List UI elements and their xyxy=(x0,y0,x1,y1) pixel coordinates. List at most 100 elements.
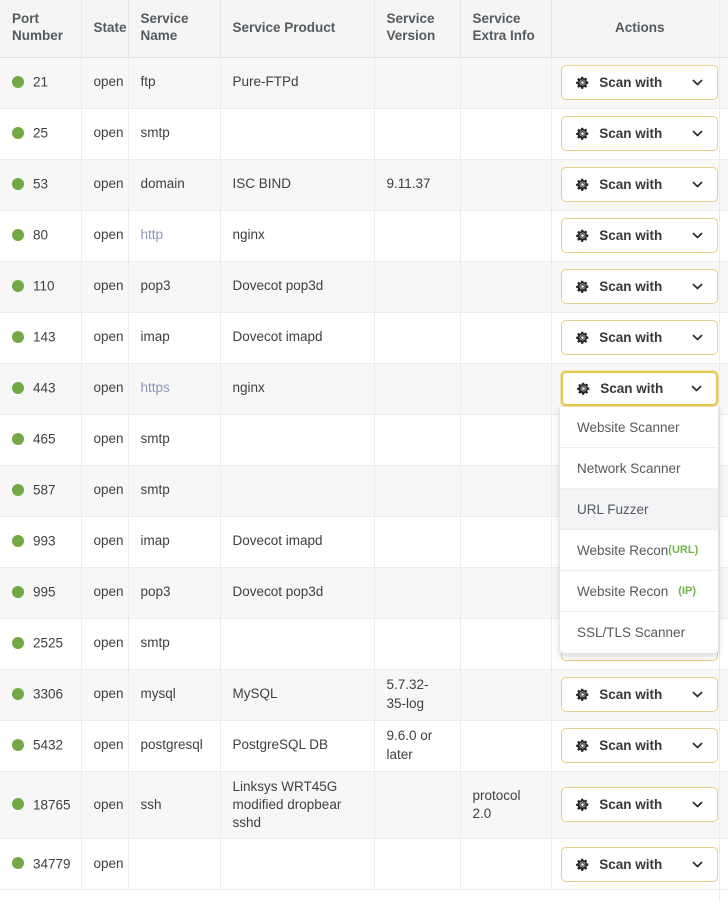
table-row: 5432openpostgresqlPostgreSQL DB9.6.0 or … xyxy=(0,720,728,771)
cell-service-version xyxy=(374,567,460,618)
gear-icon xyxy=(575,279,590,294)
cell-service-extra-info xyxy=(460,414,551,465)
service-name-value: domain xyxy=(141,176,185,191)
service-name-value[interactable]: https xyxy=(141,380,170,395)
scan-with-button[interactable]: Scan with xyxy=(561,65,718,100)
scan-with-button[interactable]: Scan with xyxy=(561,728,718,763)
dropdown-item[interactable]: Website Scanner xyxy=(560,407,718,448)
cell-actions: Scan with xyxy=(551,159,728,210)
dropdown-item[interactable]: Network Scanner xyxy=(560,448,718,489)
service-name-value[interactable]: http xyxy=(141,227,164,242)
port-number-value: 3306 xyxy=(33,687,63,702)
service-name-value: ssh xyxy=(141,797,162,812)
cell-port-number: 21 xyxy=(0,57,81,108)
cell-service-extra-info xyxy=(460,720,551,771)
cell-service-version: 9.11.37 xyxy=(374,159,460,210)
cell-state: open xyxy=(81,210,128,261)
cell-service-name: smtp xyxy=(128,618,220,669)
cell-actions: Scan with xyxy=(551,720,728,771)
cell-service-version xyxy=(374,839,460,890)
service-name-value: smtp xyxy=(141,431,170,446)
cell-port-number: 25 xyxy=(0,108,81,159)
cell-state: open xyxy=(81,567,128,618)
cell-service-product: Linksys WRT45G modified dropbear sshd xyxy=(220,771,374,839)
cell-port-number: 465 xyxy=(0,414,81,465)
cell-port-number: 995 xyxy=(0,567,81,618)
cell-service-version xyxy=(374,516,460,567)
cell-service-extra-info: protocol 2.0 xyxy=(460,771,551,839)
dropdown-item-label: SSL/TLS Scanner xyxy=(577,625,685,640)
scan-with-label: Scan with xyxy=(599,126,691,141)
status-dot-icon xyxy=(12,586,24,598)
cell-service-extra-info xyxy=(460,57,551,108)
cell-service-name: domain xyxy=(128,159,220,210)
cell-service-product xyxy=(220,414,374,465)
chevron-down-icon xyxy=(691,229,704,242)
cell-service-version xyxy=(374,771,460,839)
gear-icon xyxy=(575,126,590,141)
scan-with-label: Scan with xyxy=(599,738,691,753)
column-header-port-number: Port Number xyxy=(0,0,81,57)
cell-service-product: PostgreSQL DB xyxy=(220,720,374,771)
dropdown-item-label: Website Scanner xyxy=(577,420,680,435)
scan-with-button[interactable]: Scan with xyxy=(561,371,718,406)
cell-state: open xyxy=(81,108,128,159)
scan-with-button[interactable]: Scan with xyxy=(561,116,718,151)
scan-with-button[interactable]: Scan with xyxy=(561,677,718,712)
port-number-value: 53 xyxy=(33,177,48,192)
cell-state: open xyxy=(81,159,128,210)
table-row: 53opendomainISC BIND9.11.37Scan with xyxy=(0,159,728,210)
cell-service-version xyxy=(374,414,460,465)
scan-with-label: Scan with xyxy=(600,381,690,396)
cell-port-number: 587 xyxy=(0,465,81,516)
dropdown-item-badge: (IP) xyxy=(678,585,696,597)
cell-service-name: smtp xyxy=(128,414,220,465)
port-number-value: 18765 xyxy=(33,797,71,812)
cell-port-number: 53 xyxy=(0,159,81,210)
scan-with-button[interactable]: Scan with xyxy=(561,787,718,822)
chevron-down-icon xyxy=(691,280,704,293)
dropdown-item[interactable]: SSL/TLS Scanner xyxy=(560,612,718,653)
cell-actions: Scan with xyxy=(551,839,728,890)
scan-with-dropdown-menu[interactable]: Website Scanner Network Scanner URL Fuzzer… xyxy=(559,407,719,654)
cell-service-name: postgresql xyxy=(128,720,220,771)
cell-state: open xyxy=(81,312,128,363)
status-dot-icon xyxy=(12,229,24,241)
scan-with-button[interactable]: Scan with xyxy=(561,218,718,253)
cell-actions: Scan with xyxy=(551,108,728,159)
cell-service-version xyxy=(374,261,460,312)
cell-service-name: mysql xyxy=(128,669,220,720)
dropdown-item-label: URL Fuzzer xyxy=(577,502,649,517)
scan-with-button[interactable]: Scan with xyxy=(561,320,718,355)
gear-icon xyxy=(575,738,590,753)
cell-service-product xyxy=(220,465,374,516)
cell-port-number: 5432 xyxy=(0,720,81,771)
dropdown-item-label: Website Recon xyxy=(577,584,668,599)
column-header-state: State xyxy=(81,0,128,57)
cell-state: open xyxy=(81,57,128,108)
cell-state: open xyxy=(81,839,128,890)
table-row: 34779 open Scan with xyxy=(0,839,728,890)
cell-service-extra-info xyxy=(460,465,551,516)
scan-with-button[interactable]: Scan with xyxy=(561,167,718,202)
scan-with-button[interactable]: Scan with xyxy=(561,847,718,882)
dropdown-item[interactable]: Website Recon(URL) xyxy=(560,530,718,571)
service-name-value: postgresql xyxy=(141,737,203,752)
cell-port-number: 443 xyxy=(0,363,81,414)
cell-service-extra-info xyxy=(460,839,551,890)
dropdown-item[interactable]: URL Fuzzer xyxy=(560,489,718,530)
port-number-value: 2525 xyxy=(33,636,63,651)
cell-service-extra-info xyxy=(460,516,551,567)
port-number-value: 34779 xyxy=(33,856,71,871)
status-dot-icon xyxy=(12,280,24,292)
cell-service-product xyxy=(220,839,374,890)
cell-state: open xyxy=(81,261,128,312)
chevron-down-icon xyxy=(690,382,703,395)
chevron-down-icon xyxy=(691,331,704,344)
cell-service-version xyxy=(374,57,460,108)
cell-port-number: 143 xyxy=(0,312,81,363)
dropdown-item-badge: (URL) xyxy=(668,544,698,556)
dropdown-item[interactable]: Website Recon (IP) xyxy=(560,571,718,612)
cell-service-version xyxy=(374,108,460,159)
scan-with-button[interactable]: Scan with xyxy=(561,269,718,304)
